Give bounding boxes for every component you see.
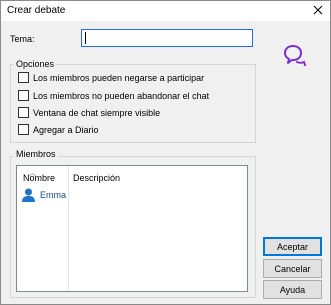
chat-bubbles-icon [284, 45, 306, 66]
title-bar: Crear debate [1, 1, 330, 21]
help-button[interactable]: Ayuda [263, 280, 322, 299]
column-header-description[interactable]: Descripción [73, 173, 120, 183]
topic-input[interactable] [81, 29, 253, 47]
user-icon [22, 188, 35, 202]
option-add-to-diary[interactable]: Agregar a Diario [18, 124, 99, 135]
checkbox[interactable] [18, 124, 29, 135]
option-always-visible[interactable]: Ventana de chat siempre visible [18, 107, 160, 118]
options-legend: Opciones [14, 59, 57, 69]
option-label: Ventana de chat siempre visible [33, 107, 161, 118]
topic-label: Tema: [10, 34, 35, 44]
checkbox[interactable] [18, 107, 29, 118]
option-label: Los miembros no pueden abandonar el chat [33, 90, 210, 101]
create-debate-dialog: Crear debate Tema: Opciones Los miembros… [0, 0, 331, 305]
cancel-button[interactable]: Cancelar [263, 259, 322, 278]
text-caret [85, 32, 86, 44]
list-header: ︿ Nombre Descripción [17, 166, 247, 183]
column-header-name[interactable]: Nombre [23, 173, 55, 183]
option-cannot-leave[interactable]: Los miembros no pueden abandonar el chat [18, 90, 209, 101]
members-list[interactable]: ︿ Nombre Descripción Emma [16, 165, 248, 292]
option-label: Los miembros pueden negarse a participar [33, 72, 205, 83]
option-refuse-participation[interactable]: Los miembros pueden negarse a participar [18, 72, 204, 83]
close-button[interactable] [310, 2, 326, 18]
accept-button[interactable]: Aceptar [263, 237, 322, 256]
window-title: Crear debate [7, 5, 66, 16]
option-label: Agregar a Diario [33, 124, 99, 135]
column-divider[interactable] [68, 166, 69, 291]
members-legend: Miembros [14, 149, 58, 159]
close-icon [313, 5, 323, 15]
member-name: Emma [40, 190, 67, 200]
list-item[interactable]: Emma [22, 188, 66, 202]
checkbox[interactable] [18, 72, 29, 83]
checkbox[interactable] [18, 90, 29, 101]
